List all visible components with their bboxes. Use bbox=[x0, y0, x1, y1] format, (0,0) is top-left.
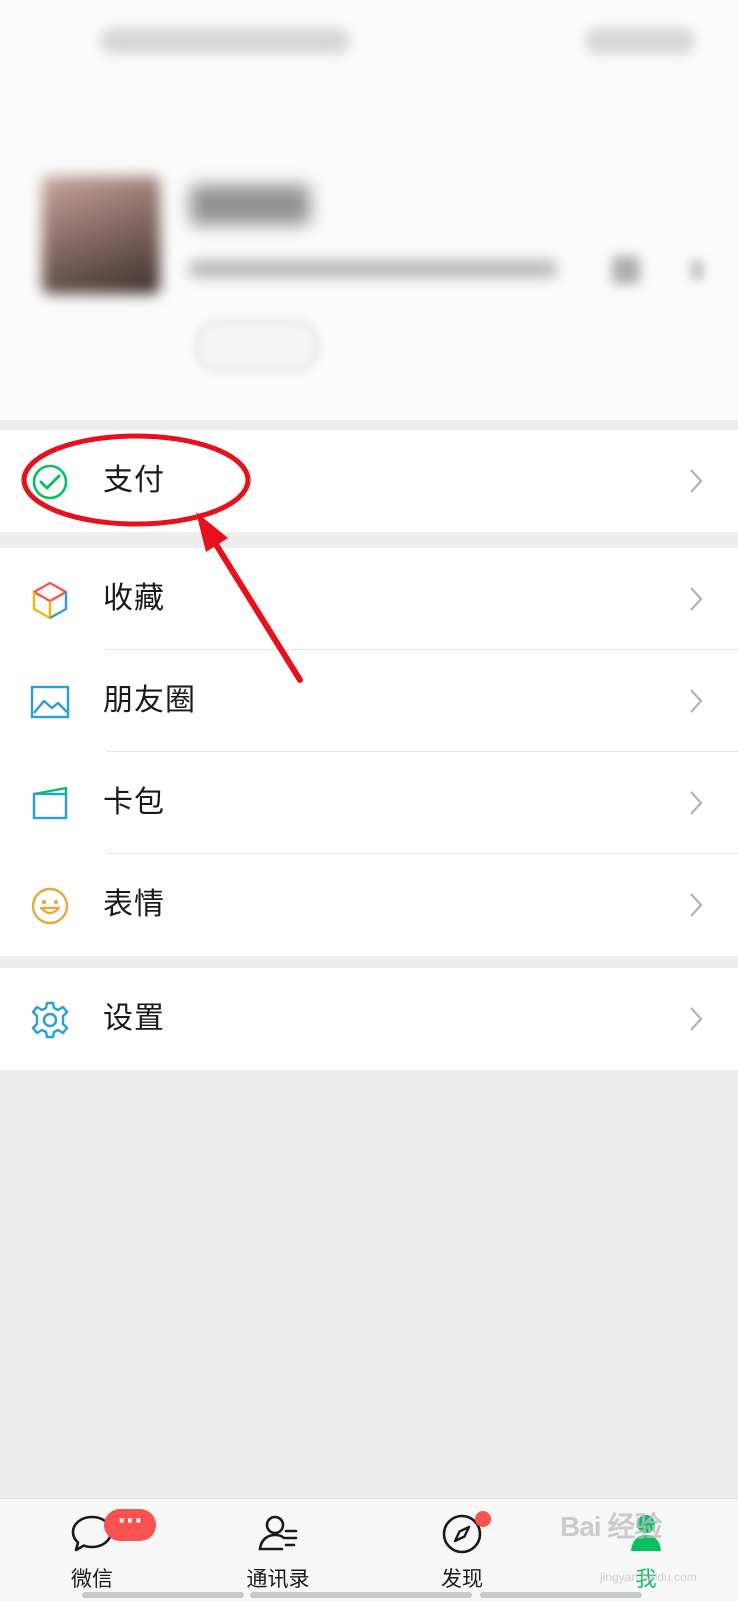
bottom-line bbox=[250, 1592, 472, 1598]
chevron-right-icon bbox=[688, 586, 704, 612]
tab-label: 通讯录 bbox=[246, 1567, 310, 1591]
card-wallet-icon bbox=[30, 784, 70, 824]
gear-icon bbox=[30, 1000, 70, 1040]
menu-item-label: 设置 bbox=[103, 1001, 165, 1036]
smiley-icon bbox=[30, 886, 70, 926]
menu-item-settings[interactable]: 设置 bbox=[0, 968, 738, 1070]
status-bar-right-blurred bbox=[585, 28, 695, 54]
menu-item-label: 朋友圈 bbox=[103, 683, 196, 718]
wechat-id-blurred bbox=[188, 260, 558, 278]
menu-item-label: 表情 bbox=[103, 887, 165, 922]
chevron-right-icon bbox=[690, 260, 704, 280]
tab-discover[interactable]: 发现 bbox=[410, 1499, 514, 1601]
menu-item-moments[interactable]: 朋友圈 bbox=[0, 650, 738, 752]
status-bar-left-blurred bbox=[100, 28, 350, 54]
chevron-right-icon bbox=[688, 790, 704, 816]
profile-header[interactable] bbox=[0, 80, 738, 420]
chevron-right-icon bbox=[688, 892, 704, 918]
menu-item-cards[interactable]: 卡包 bbox=[0, 752, 738, 854]
cube-icon bbox=[30, 580, 70, 620]
chevron-right-icon bbox=[688, 468, 704, 494]
discover-red-dot bbox=[475, 1511, 491, 1527]
main-menu-section: 收藏 朋友圈 卡包 表情 bbox=[0, 548, 738, 956]
chevron-right-icon bbox=[688, 688, 704, 714]
bottom-line bbox=[82, 1592, 244, 1598]
menu-item-stickers[interactable]: 表情 bbox=[0, 854, 738, 956]
bottom-line bbox=[480, 1592, 642, 1598]
wechat-pay-icon bbox=[30, 462, 70, 502]
picture-icon bbox=[30, 682, 70, 722]
qr-code-icon[interactable] bbox=[612, 256, 640, 284]
watermark-url: jingyan.baidu.com bbox=[600, 1570, 697, 1584]
status-button[interactable] bbox=[195, 320, 319, 372]
menu-item-label: 收藏 bbox=[103, 581, 165, 616]
unread-badge: ··· bbox=[104, 1509, 156, 1541]
settings-section: 设置 bbox=[0, 968, 738, 1070]
tab-label: 微信 bbox=[71, 1567, 113, 1591]
tab-label: 发现 bbox=[441, 1567, 483, 1591]
tab-contacts[interactable]: 通讯录 bbox=[226, 1499, 330, 1601]
avatar[interactable] bbox=[42, 176, 160, 294]
menu-item-pay[interactable]: 支付 bbox=[0, 430, 738, 532]
contacts-icon bbox=[255, 1511, 301, 1557]
menu-item-label: 卡包 bbox=[103, 785, 165, 820]
chevron-right-icon bbox=[688, 1006, 704, 1032]
menu-item-label: 支付 bbox=[103, 463, 165, 498]
baidu-jingyan-watermark: Bai 经验 bbox=[560, 1511, 662, 1542]
menu-item-favorites[interactable]: 收藏 bbox=[0, 548, 738, 650]
status-bar bbox=[0, 0, 738, 80]
pay-section: 支付 bbox=[0, 430, 738, 532]
profile-name-blurred bbox=[190, 185, 310, 225]
